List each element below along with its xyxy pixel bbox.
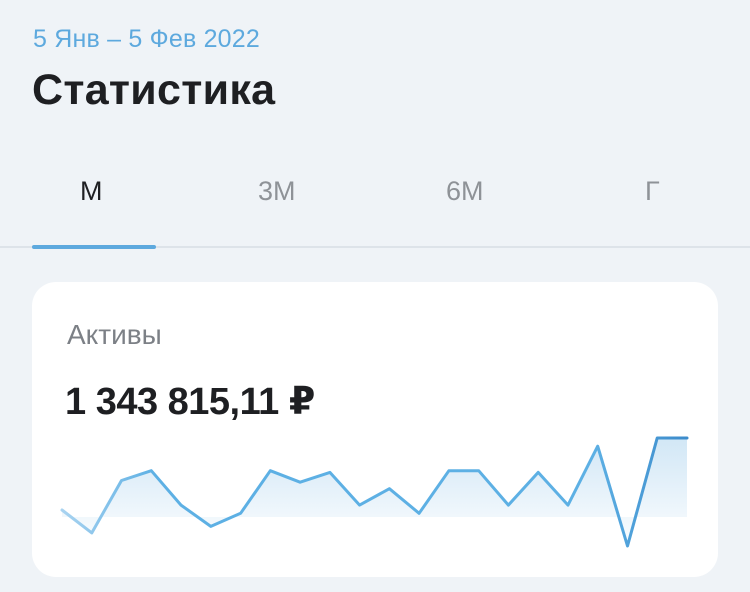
page-title: Статистика <box>32 66 276 114</box>
tab-month[interactable]: М <box>80 176 103 207</box>
assets-sparkline <box>60 436 689 548</box>
tab-year[interactable]: Г <box>645 176 660 207</box>
tab-6-months[interactable]: 6М <box>446 176 484 207</box>
assets-card[interactable]: Активы 1 343 815,11 ₽ <box>32 282 718 577</box>
active-tab-indicator <box>32 245 156 249</box>
period-tabs: М 3М 6М Г <box>0 150 750 248</box>
date-range: 5 Янв – 5 Фев 2022 <box>33 25 260 53</box>
tab-3-months[interactable]: 3М <box>258 176 296 207</box>
